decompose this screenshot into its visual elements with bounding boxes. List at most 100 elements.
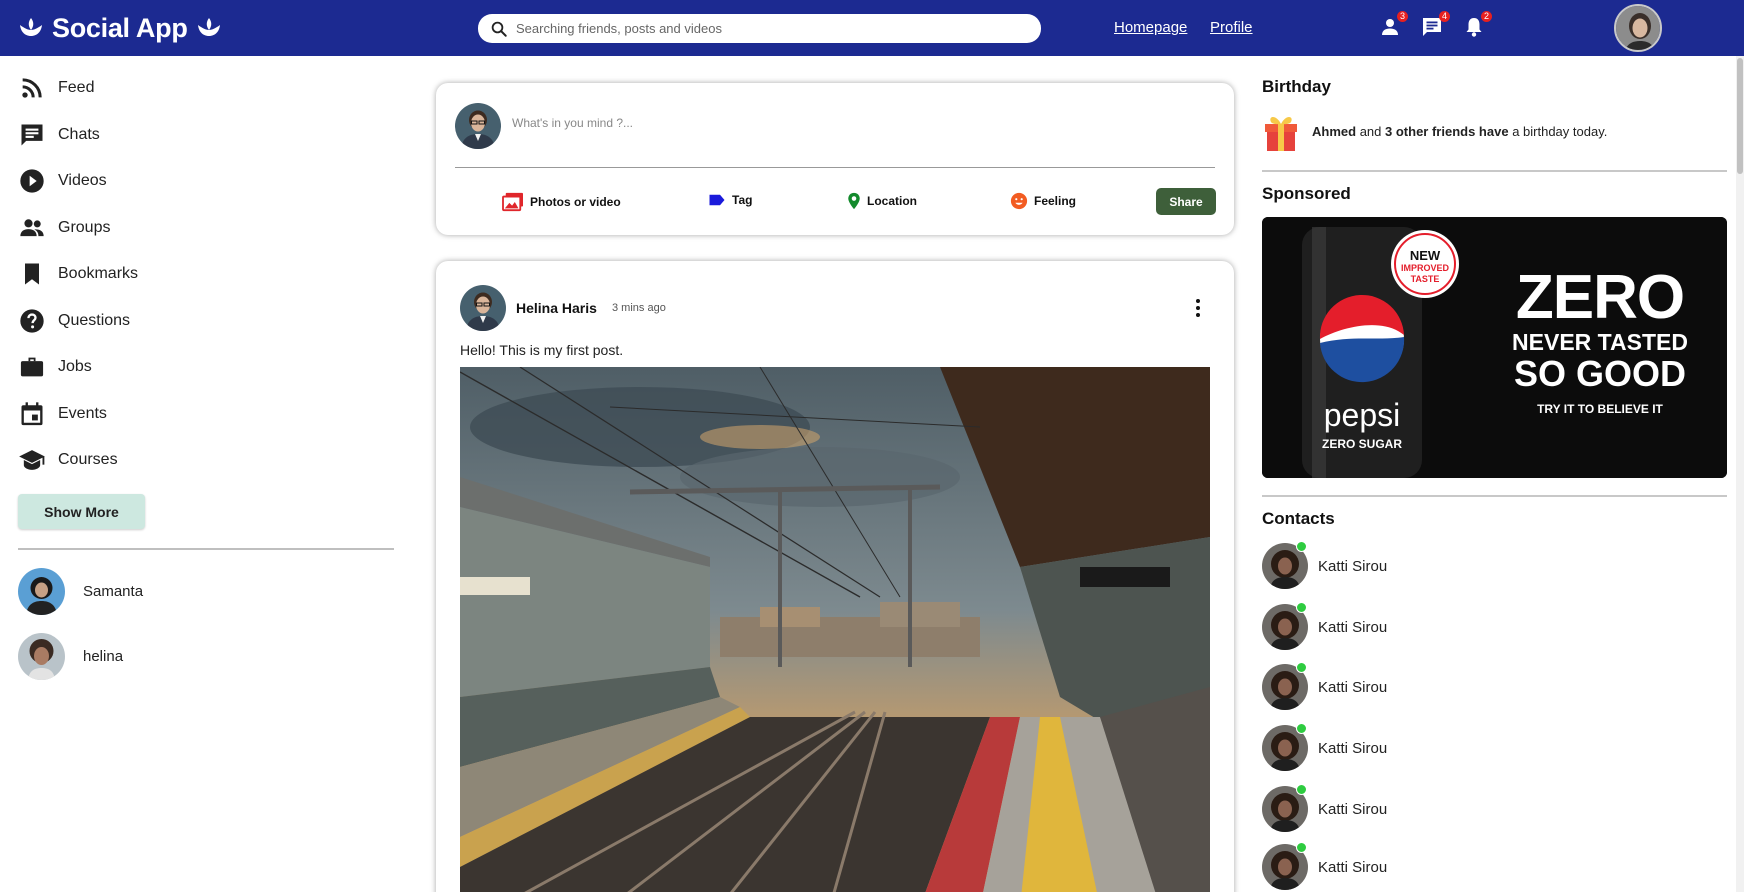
avatar <box>18 633 65 680</box>
lotus-icon <box>197 18 220 36</box>
location-option[interactable]: Location <box>847 192 917 210</box>
online-indicator <box>1296 662 1307 673</box>
top-bar: Social App Homepage Profile 3 4 <box>0 0 1744 56</box>
gift-icon <box>1265 117 1297 151</box>
ad-variant: ZERO SUGAR <box>1321 437 1402 451</box>
search-bar[interactable] <box>478 14 1041 43</box>
right-divider <box>1262 495 1727 497</box>
sidebar-item-label: Jobs <box>58 358 92 375</box>
post-timestamp: 3 mins ago <box>612 302 666 314</box>
user-avatar[interactable] <box>1614 4 1662 52</box>
sidebar-item-label: Events <box>58 405 107 422</box>
contacts-heading: Contacts <box>1262 509 1335 528</box>
profile-link[interactable]: Profile <box>1210 19 1253 36</box>
help-circle-icon <box>20 309 44 333</box>
sidebar-item-courses[interactable]: Courses <box>18 445 118 475</box>
user-photo <box>1616 6 1660 50</box>
contact-item[interactable]: Katti Sirou <box>1262 842 1388 890</box>
friend-name: helina <box>83 648 124 665</box>
sidebar-item-questions[interactable]: Questions <box>18 306 130 336</box>
ad-brand: pepsi <box>1323 397 1401 433</box>
post-composer: Photos or video Tag Location Feeling Sha… <box>436 83 1234 235</box>
contact-item[interactable]: Katti Sirou <box>1262 602 1388 650</box>
messages-button[interactable]: 4 <box>1420 11 1450 39</box>
briefcase-icon <box>20 357 44 377</box>
feeling-option[interactable]: Feeling <box>1010 192 1076 210</box>
ad-badge-mid: IMPROVED <box>1400 263 1449 273</box>
friend-item[interactable]: Samanta <box>18 568 143 615</box>
photos-or-video-option[interactable]: Photos or video <box>502 192 621 212</box>
contact-name: Katti Sirou <box>1318 678 1388 696</box>
emoji-icon <box>1010 192 1028 210</box>
friend-name: Samanta <box>83 583 144 600</box>
location-pin-icon <box>848 192 860 210</box>
post-author[interactable]: Helina Haris <box>516 300 597 316</box>
app-logo[interactable]: Social App <box>18 10 222 46</box>
homepage-link[interactable]: Homepage <box>1114 19 1187 36</box>
scrollbar-thumb[interactable] <box>1737 58 1743 174</box>
contact-name: Katti Sirou <box>1318 618 1388 636</box>
post-text: Hello! This is my first post. <box>460 342 624 358</box>
contact-name: Katti Sirou <box>1318 858 1388 876</box>
messages-badge: 4 <box>1439 11 1450 22</box>
contact-item[interactable]: Katti Sirou <box>1262 662 1388 710</box>
ad-badge-bottom: TASTE <box>1410 274 1440 284</box>
post-card: Helina Haris 3 mins ago Hello! This is m… <box>436 261 1234 892</box>
sidebar-item-label: Courses <box>58 451 118 468</box>
sidebar-item-groups[interactable]: Groups <box>18 213 110 243</box>
sidebar-item-bookmarks[interactable]: Bookmarks <box>18 259 138 289</box>
composer-divider <box>455 167 1215 168</box>
sidebar-item-label: Bookmarks <box>58 265 139 282</box>
friend-requests-badge: 3 <box>1397 11 1408 22</box>
option-label: Photos or video <box>530 195 621 209</box>
friend-requests-button[interactable]: 3 <box>1378 11 1408 39</box>
school-icon <box>19 450 45 470</box>
page-scrollbar[interactable] <box>1736 56 1744 892</box>
friend-item[interactable]: helina <box>18 633 123 680</box>
composer-input[interactable] <box>512 116 1192 130</box>
sidebar-item-events[interactable]: Events <box>18 399 107 429</box>
online-indicator <box>1296 602 1307 613</box>
contact-item[interactable]: Katti Sirou <box>1262 784 1388 832</box>
calendar-icon <box>21 402 43 426</box>
group-icon <box>20 219 44 237</box>
avatar[interactable] <box>460 285 506 331</box>
avatar[interactable] <box>455 103 501 149</box>
sidebar-item-videos[interactable]: Videos <box>18 166 107 196</box>
search-input[interactable] <box>516 21 1016 36</box>
option-label: Tag <box>732 193 753 207</box>
notifications-button[interactable]: 2 <box>1462 11 1492 39</box>
ad-headline-1: ZERO <box>1515 263 1685 332</box>
notifications-badge: 2 <box>1481 11 1492 22</box>
option-label: Feeling <box>1034 194 1077 208</box>
contact-item[interactable]: Katti Sirou <box>1262 541 1388 589</box>
sidebar-item-label: Chats <box>58 126 100 143</box>
tag-option[interactable]: Tag <box>708 192 752 208</box>
birthday-notice[interactable]: Ahmed and 3 other friends have a birthda… <box>1262 110 1607 152</box>
share-button[interactable]: Share <box>1156 188 1216 215</box>
ad-badge-top: NEW <box>1409 248 1441 263</box>
bookmark-icon <box>25 263 39 285</box>
sidebar-item-chats[interactable]: Chats <box>18 120 100 150</box>
tag-icon <box>709 194 725 206</box>
more-options-button[interactable] <box>1188 297 1208 319</box>
post-photo[interactable] <box>460 367 1210 892</box>
ad-headline-3: SO GOOD <box>1513 353 1687 394</box>
sidebar-item-label: Videos <box>58 172 107 189</box>
contact-name: Katti Sirou <box>1318 557 1388 575</box>
contact-name: Katti Sirou <box>1318 800 1388 818</box>
online-indicator <box>1296 842 1307 853</box>
sponsored-heading: Sponsored <box>1262 184 1351 203</box>
sponsored-ad[interactable]: NEW IMPROVED TASTE pepsi ZERO SUGAR ZERO… <box>1262 217 1727 478</box>
sidebar-item-jobs[interactable]: Jobs <box>18 352 92 382</box>
contact-name: Katti Sirou <box>1318 739 1388 757</box>
online-indicator <box>1296 541 1307 552</box>
show-more-button[interactable]: Show More <box>18 494 145 529</box>
sidebar-item-feed[interactable]: Feed <box>18 73 94 103</box>
search-icon <box>491 21 507 37</box>
birthday-heading: Birthday <box>1262 77 1331 96</box>
rss-icon <box>22 78 42 98</box>
contact-item[interactable]: Katti Sirou <box>1262 723 1388 771</box>
lotus-icon <box>20 18 42 36</box>
avatar <box>18 568 65 615</box>
